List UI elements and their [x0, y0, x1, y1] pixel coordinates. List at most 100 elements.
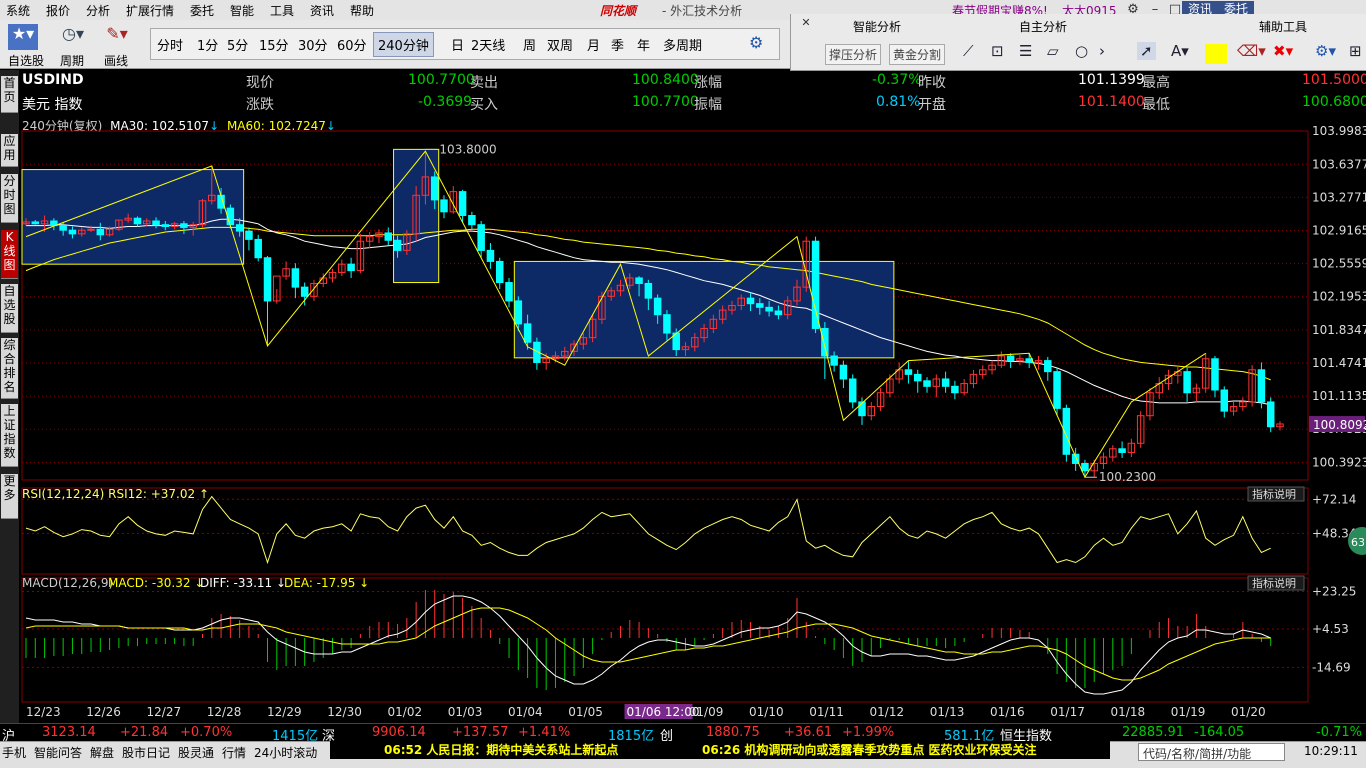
period-60m[interactable]: 60分: [337, 35, 367, 54]
candle-body: [876, 392, 885, 408]
eraser-icon[interactable]: ⌫▾: [1237, 42, 1266, 60]
macd-label: MACD(12,26,9): [22, 576, 113, 590]
search-input[interactable]: 代码/名称/简拼/功能: [1138, 743, 1285, 761]
menu-ext-quote[interactable]: 扩展行情: [126, 2, 174, 19]
nav-timeshare[interactable]: 分时图: [1, 174, 18, 223]
label-high: 最高: [1142, 75, 1170, 91]
candle-body: [756, 303, 764, 308]
color-swatch-icon[interactable]: [1205, 44, 1227, 64]
candle-body: [765, 306, 773, 312]
menu-tools[interactable]: 工具: [270, 2, 294, 19]
period-selector: 分时 1分 5分 15分 30分 60分 240分钟 日 2天线 周 双周 月 …: [150, 28, 780, 60]
stock-tong-button[interactable]: 股灵通: [178, 744, 214, 761]
quote-button[interactable]: 行情: [222, 744, 246, 761]
amplitude: 0.81%: [876, 94, 921, 110]
watchlist-label[interactable]: 自选股: [8, 52, 44, 69]
draw-label[interactable]: 画线: [104, 52, 128, 69]
nav-ranking[interactable]: 综合排名: [1, 338, 18, 399]
nav-kline[interactable]: K线图: [1, 230, 18, 279]
candle-body: [598, 295, 606, 320]
news-item[interactable]: 06:26 机构调研动向或透露春季攻势重点 医药农业环保受关注: [702, 741, 1037, 759]
period-1m[interactable]: 1分: [197, 35, 218, 54]
nav-shanghai-index[interactable]: 上证指数: [1, 404, 18, 467]
nav-home[interactable]: 首页: [1, 76, 18, 113]
ma60-line: [25, 226, 1271, 381]
stock-diary-button[interactable]: 股市日记: [122, 744, 170, 761]
cursor-icon[interactable]: ➚: [1137, 42, 1156, 60]
news-item[interactable]: 06:52 人民日报：期待中美关系站上新起点: [384, 741, 618, 759]
close-icon[interactable]: ✕: [791, 16, 821, 30]
candle-body: [96, 228, 105, 236]
period-15m[interactable]: 15分: [259, 35, 289, 54]
period-multi[interactable]: 多周期: [663, 35, 702, 54]
low-price: 100.6800: [1302, 94, 1366, 110]
menu-analysis[interactable]: 分析: [86, 2, 110, 19]
period-tick[interactable]: 分时: [157, 35, 183, 54]
x-axis-label: 01/03: [448, 705, 483, 719]
candle-body: [217, 194, 225, 209]
period-year[interactable]: 年: [637, 35, 650, 54]
candle-body: [979, 369, 987, 375]
line-tool-icon[interactable]: ⟋: [963, 42, 974, 60]
price-tick-label: 102.5559: [1312, 257, 1366, 271]
period-240m[interactable]: 240分钟: [373, 32, 434, 57]
price-tick-label: 103.6377: [1312, 157, 1366, 171]
golden-section-button[interactable]: 黄金分割: [889, 44, 946, 65]
period-season[interactable]: 季: [611, 35, 624, 54]
star-icon[interactable]: ★▾: [8, 24, 38, 50]
rect-tool-icon[interactable]: ⊡: [991, 42, 1004, 60]
panel-expand-icon[interactable]: ⊞: [1349, 42, 1362, 60]
period-biweek[interactable]: 双周: [547, 35, 573, 54]
settings-gear-icon[interactable]: ⚙: [749, 33, 763, 52]
period-label[interactable]: 周期: [60, 52, 84, 69]
news-ticker[interactable]: 06:52 人民日报：期待中美关系站上新起点 06:26 机构调研动向或透露春季…: [330, 741, 1110, 759]
candle-body: [923, 380, 931, 387]
delete-icon[interactable]: ✖▾: [1273, 42, 1293, 60]
menu-quote[interactable]: 报价: [46, 2, 70, 19]
candle-body: [1053, 371, 1061, 409]
menu-info[interactable]: 资讯: [310, 2, 334, 19]
candle-body: [161, 224, 170, 228]
self-analysis-title: 自主分析: [1019, 20, 1068, 34]
menu-system[interactable]: 系统: [6, 2, 30, 19]
smart-qa-button[interactable]: 智能问答: [34, 744, 82, 761]
candle-body: [1220, 389, 1229, 412]
candle-body: [1099, 456, 1108, 464]
candle-body: [718, 309, 727, 320]
menu-trade[interactable]: 委托: [190, 2, 214, 19]
candle-body: [133, 217, 142, 225]
candle-body: [31, 221, 40, 225]
review-button[interactable]: 解盘: [90, 744, 114, 761]
circle-tool-icon[interactable]: ○: [1075, 42, 1088, 60]
pen-icon[interactable]: ✎▾: [100, 24, 134, 50]
nav-watchlist[interactable]: 自选股: [1, 284, 18, 333]
clock-icon[interactable]: ◷▾: [56, 24, 90, 50]
candle-body: [273, 275, 281, 302]
period-30m[interactable]: 30分: [298, 35, 328, 54]
candle-body: [115, 219, 123, 230]
period-week[interactable]: 周: [523, 35, 536, 54]
tool-settings-icon[interactable]: ⚙▾: [1315, 42, 1336, 60]
nav-more[interactable]: 更多: [1, 474, 18, 519]
consolidation-box: [21, 169, 245, 265]
period-2day[interactable]: 2天线: [471, 35, 505, 54]
hs-index: 22885.91: [1122, 725, 1185, 740]
candle-body: [728, 305, 736, 311]
period-month[interactable]: 月: [587, 35, 600, 54]
candle-body: [644, 282, 653, 299]
nav-apps[interactable]: 应用: [1, 134, 18, 167]
news-24h-button[interactable]: 24小时滚动: [254, 744, 317, 761]
text-tool-icon[interactable]: A▾: [1171, 42, 1189, 60]
x-axis-label: 01/16: [990, 705, 1025, 719]
support-resistance-button[interactable]: 撑压分析: [825, 44, 882, 65]
mobile-button[interactable]: 手机: [2, 744, 26, 761]
menu-smart[interactable]: 智能: [230, 2, 254, 19]
period-day[interactable]: 日: [451, 35, 464, 54]
period-5m[interactable]: 5分: [227, 35, 248, 54]
menu-help[interactable]: 帮助: [350, 2, 374, 19]
more-icon[interactable]: ›: [1099, 42, 1105, 60]
fib-tool-icon[interactable]: ☰: [1019, 42, 1032, 60]
channel-tool-icon[interactable]: ▱: [1047, 42, 1059, 60]
price-tick-label: 100.3923: [1312, 455, 1366, 469]
candle-body: [495, 260, 504, 284]
